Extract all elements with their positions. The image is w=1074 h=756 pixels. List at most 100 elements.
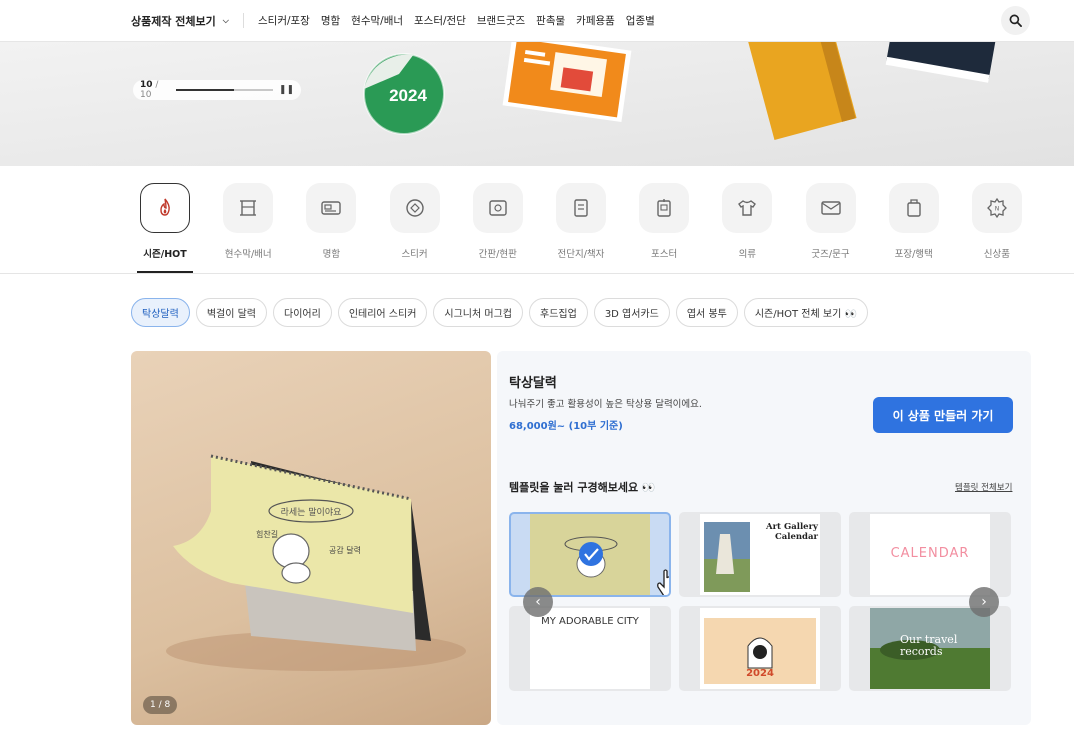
category-item-banner[interactable]: 현수막/배너	[214, 183, 282, 273]
category-item-signboard[interactable]: 간판/현판	[464, 183, 532, 273]
category-label: 굿즈/문구	[811, 249, 850, 260]
template-5-title: 2024	[746, 668, 774, 679]
chip-8[interactable]: 시즌/HOT 전체 보기 👀	[743, 298, 868, 327]
flame-icon	[160, 198, 170, 216]
category-item-flame[interactable]: 시즌/HOT	[131, 183, 199, 273]
svg-text:라세는 말이야요: 라세는 말이야요	[281, 506, 342, 518]
make-product-button[interactable]: 이 상품 만들러 가기	[873, 397, 1013, 433]
template-next-button[interactable]: ›	[969, 587, 999, 617]
template-thumb-5: 2024	[700, 608, 820, 689]
slide-counter: 10 / 10	[140, 80, 159, 100]
template-card-4[interactable]: MY ADORABLE CITY	[509, 606, 671, 691]
all-products-label: 상품제작 전체보기	[131, 15, 216, 28]
category-icon-box	[140, 183, 190, 233]
sticker-icon	[405, 199, 424, 217]
chip-7[interactable]: 엽서 봉투	[675, 298, 738, 327]
template-prev-button[interactable]: ‹	[523, 587, 553, 617]
category-label: 간판/현판	[478, 249, 517, 260]
template-card-6[interactable]: Our travel records	[849, 606, 1011, 691]
category-item-poster[interactable]: 포스터	[630, 183, 698, 273]
template-heading: 템플릿을 눌러 구경해보세요 👀	[509, 481, 656, 494]
category-item-business-card[interactable]: 명함	[297, 183, 365, 273]
nav-item-brand-goods[interactable]: 브랜드굿즈	[477, 13, 525, 28]
nav-item-business-card[interactable]: 명함	[321, 13, 340, 28]
nav-item-banner[interactable]: 현수막/배너	[351, 13, 403, 28]
category-icon-box	[306, 183, 357, 233]
category-label: 명함	[322, 249, 341, 260]
category-icon-box	[888, 183, 939, 233]
package-icon	[906, 199, 921, 217]
chip-3[interactable]: 인테리어 스티커	[337, 298, 428, 327]
view-all-templates-link[interactable]: 템플릿 전체보기	[955, 481, 1012, 493]
photo-page-indicator: 1 / 8	[143, 696, 178, 714]
product-title: 탁상달력	[509, 376, 557, 391]
category-icon-box	[722, 183, 773, 233]
subcategory-chips: 탁상달력 벽걸이 달력 다이어리 인테리어 스티커 시그니처 머그컵 후드집업 3D 엽서카…	[131, 298, 868, 327]
chip-5[interactable]: 후드집업	[529, 298, 588, 327]
nav-item-sticker[interactable]: 스티커/포장	[258, 13, 310, 28]
template-2-title: Art Gallery Calendar	[765, 522, 818, 542]
tshirt-icon	[738, 200, 757, 216]
chevron-down-icon: ⌵	[222, 16, 229, 25]
product-description: 나눠주기 좋고 활용성이 높은 탁상용 달력이에요.	[509, 399, 702, 410]
template-card-1[interactable]	[509, 512, 671, 597]
envelope-icon	[820, 201, 841, 215]
hand-pointer-icon	[657, 569, 669, 595]
template-thumb-2: Art Gallery Calendar	[700, 514, 820, 595]
nav-items: 스티커/포장 명함 현수막/배너 포스터/전단 브랜드굿즈 판촉물 카페용품 업…	[258, 13, 655, 28]
category-label: 신상품	[983, 249, 1010, 260]
product-price: 68,000원~ (10부 기준)	[509, 421, 623, 432]
chip-4[interactable]: 시그니처 머그컵	[433, 298, 523, 327]
category-icon-box	[223, 183, 274, 233]
category-label: 시즌/HOT	[143, 249, 187, 260]
category-label: 포장/행택	[894, 249, 933, 260]
nav-item-poster[interactable]: 포스터/전단	[414, 13, 466, 28]
signboard-icon	[489, 200, 507, 216]
search-button[interactable]	[1001, 6, 1030, 35]
template-4-title: MY ADORABLE CITY	[541, 616, 639, 627]
chip-2[interactable]: 다이어리	[273, 298, 332, 327]
flyer-icon	[574, 199, 588, 217]
category-icon-box	[639, 183, 690, 233]
template-card-5[interactable]: 2024	[679, 606, 841, 691]
hero-banner[interactable]: 2024	[0, 42, 1074, 166]
nav-item-cafe[interactable]: 카페용품	[576, 13, 615, 28]
category-item-sticker[interactable]: 스티커	[381, 183, 449, 273]
nav-item-promo[interactable]: 판촉물	[536, 13, 565, 28]
category-icon-box: N	[971, 183, 1022, 233]
search-icon	[1009, 14, 1022, 27]
category-icon-box	[389, 183, 440, 233]
category-item-flyer[interactable]: 전단지/책자	[547, 183, 615, 273]
all-products-menu[interactable]: 상품제작 전체보기 ⌵	[131, 13, 229, 29]
new-badge-icon: N	[986, 197, 1007, 219]
template-6-title: Our travel records	[900, 633, 958, 658]
category-label: 전단지/책자	[557, 249, 605, 260]
template-thumb-3: CALENDAR	[870, 514, 990, 595]
pause-icon[interactable]: ❚❚	[279, 85, 294, 95]
nav-item-industry[interactable]: 업종별	[626, 13, 655, 28]
category-item-package[interactable]: 포장/행택	[880, 183, 948, 273]
slide-progress[interactable]	[176, 89, 273, 91]
category-label: 스티커	[401, 249, 428, 260]
category-item-new-badge[interactable]: N 신상품	[963, 183, 1031, 273]
banner-slide-control: 10 / 10 ❚❚	[133, 80, 301, 100]
category-item-tshirt[interactable]: 의류	[713, 183, 781, 273]
chip-6[interactable]: 3D 엽서카드	[593, 298, 670, 327]
chip-1[interactable]: 벽걸이 달력	[195, 298, 267, 327]
business-card-icon	[321, 201, 342, 215]
category-active-underline	[137, 271, 193, 273]
product-photo[interactable]: 라세는 말이야요 힘찬길 공감 달력 1 / 8	[131, 351, 491, 725]
category-item-envelope[interactable]: 굿즈/문구	[797, 183, 865, 273]
template-card-3[interactable]: CALENDAR	[849, 512, 1011, 597]
template-thumb-1	[530, 514, 650, 595]
banner-image: 2024	[0, 42, 1074, 166]
template-card-2[interactable]: Art Gallery Calendar	[679, 512, 841, 597]
chip-0[interactable]: 탁상달력	[131, 298, 190, 327]
category-divider	[0, 273, 1074, 274]
top-nav: 상품제작 전체보기 ⌵ 스티커/포장 명함 현수막/배너 포스터/전단 브랜드굿…	[0, 0, 1074, 42]
product-info-panel: 탁상달력 나눠주기 좋고 활용성이 높은 탁상용 달력이에요. 68,000원~…	[497, 351, 1031, 725]
banner-icon	[240, 200, 257, 216]
nav-divider	[243, 13, 244, 28]
poster-icon	[657, 199, 671, 217]
svg-text:N: N	[995, 206, 1000, 213]
